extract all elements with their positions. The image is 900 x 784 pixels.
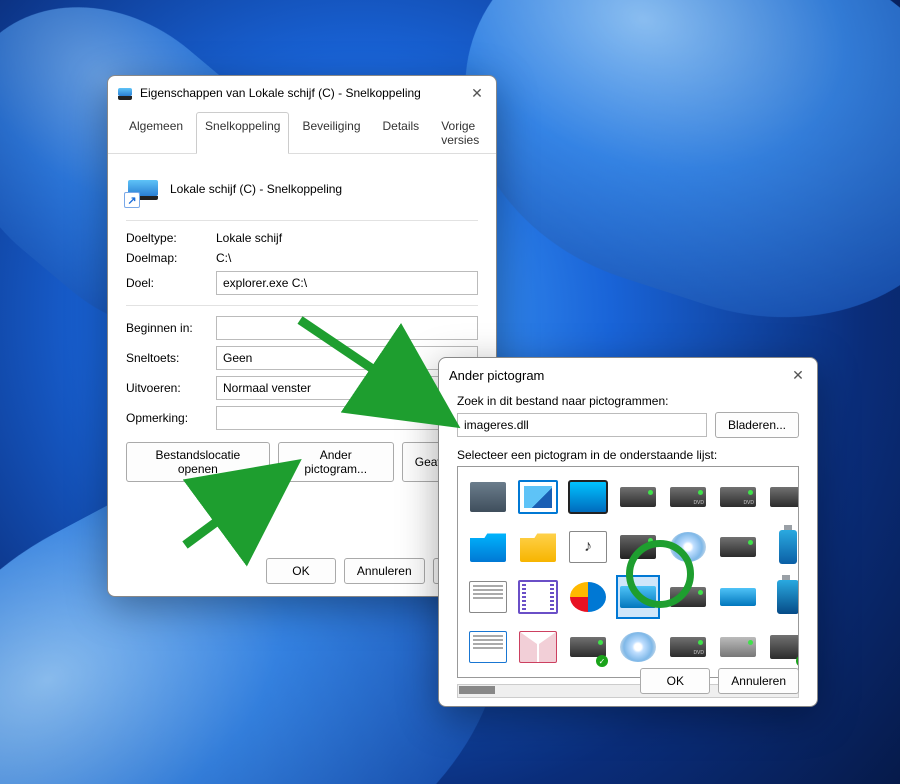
ok-button[interactable]: OK [266, 558, 336, 584]
icon-chart[interactable] [566, 575, 610, 619]
value-target-loc: C:\ [216, 251, 478, 265]
window-icon [118, 85, 134, 101]
tab-details[interactable]: Details [374, 112, 429, 153]
titlebar[interactable]: Ander pictogram ✕ [439, 358, 817, 388]
icon-phone[interactable] [766, 575, 799, 619]
select-icon-label: Selecteer een pictogram in de onderstaan… [457, 448, 799, 462]
tab-shortcut[interactable]: Snelkoppeling [196, 112, 289, 153]
dialog-footer: OK Annuleren [640, 668, 799, 694]
run-value: Normaal venster [223, 381, 311, 395]
search-file-label: Zoek in dit bestand naar pictogrammen: [457, 394, 799, 408]
icon-folder-grey[interactable] [466, 475, 510, 519]
icon-drive[interactable] [616, 475, 660, 519]
tab-security[interactable]: Beveiliging [293, 112, 369, 153]
icon-mail[interactable] [516, 625, 560, 669]
icon-video-file[interactable] [516, 575, 560, 619]
change-icon-body: Zoek in dit bestand naar pictogrammen: B… [439, 388, 817, 710]
change-icon-button[interactable]: Ander pictogram... [278, 442, 394, 482]
check-badge-icon: ✓ [796, 655, 799, 667]
icon-drive-dvd[interactable] [666, 475, 710, 519]
open-file-location-button[interactable]: Bestandslocatie openen [126, 442, 270, 482]
icon-drive-dark[interactable] [666, 575, 710, 619]
icon-document-blue[interactable] [466, 625, 510, 669]
label-shortcut-key: Sneltoets: [126, 351, 216, 365]
window-title: Eigenschappen van Lokale schijf (C) - Sn… [140, 86, 468, 100]
label-run: Uitvoeren: [126, 381, 216, 395]
icon-drive-dvdrom[interactable] [666, 625, 710, 669]
icon-folder-yellow[interactable] [516, 525, 560, 569]
icon-document[interactable] [466, 575, 510, 619]
desktop-background: Eigenschappen van Lokale schijf (C) - Sn… [0, 0, 900, 784]
target-input[interactable] [216, 271, 478, 295]
icon-drive-check[interactable]: ✓ [566, 625, 610, 669]
icon-usb-drive[interactable] [766, 525, 799, 569]
close-icon[interactable]: ✕ [468, 84, 486, 102]
tab-strip: Algemeen Snelkoppeling Beveiliging Detai… [108, 106, 496, 154]
label-target-type: Doeltype: [126, 231, 216, 245]
icon-drive-grey[interactable] [716, 625, 760, 669]
icon-drive-blue[interactable] [716, 575, 760, 619]
scrollbar-thumb[interactable] [459, 686, 495, 694]
check-badge-icon: ✓ [596, 655, 608, 667]
icon-music-file[interactable]: ♪ [566, 525, 610, 569]
tab-general[interactable]: Algemeen [120, 112, 192, 153]
icon-monitor[interactable] [566, 475, 610, 519]
label-target-loc: Doelmap: [126, 251, 216, 265]
label-target: Doel: [126, 276, 216, 290]
value-target-type: Lokale schijf [216, 231, 478, 245]
shortcut-name: Lokale schijf (C) - Snelkoppeling [170, 182, 342, 196]
icon-disc-2[interactable] [616, 625, 660, 669]
cancel-button[interactable]: Annuleren [718, 668, 799, 694]
label-start-in: Beginnen in: [126, 321, 216, 335]
tab-previous[interactable]: Vorige versies [432, 112, 488, 153]
close-icon[interactable]: ✕ [789, 366, 807, 384]
icon-printer-check[interactable]: ✓ [766, 625, 799, 669]
start-in-input[interactable] [216, 316, 478, 340]
label-comment: Opmerking: [126, 411, 216, 425]
shortcut-arrow-icon: ↗ [124, 192, 140, 208]
icon-folder-blue[interactable] [466, 525, 510, 569]
icon-local-disk-selected[interactable] [616, 575, 660, 619]
icon-drive-hd[interactable] [766, 475, 799, 519]
icon-picture[interactable] [516, 475, 560, 519]
icon-drive-dvdrw[interactable] [716, 475, 760, 519]
icon-disc[interactable] [666, 525, 710, 569]
divider [126, 220, 478, 221]
icon-printer[interactable] [616, 525, 660, 569]
shortcut-icon: ↗ [126, 172, 160, 206]
cancel-button[interactable]: Annuleren [344, 558, 425, 584]
icon-grid[interactable]: ♪ ✓ ✓ [457, 466, 799, 678]
change-icon-dialog: Ander pictogram ✕ Zoek in dit bestand na… [438, 357, 818, 707]
browse-button[interactable]: Bladeren... [715, 412, 799, 438]
icon-file-input[interactable] [457, 413, 707, 437]
ok-button[interactable]: OK [640, 668, 710, 694]
titlebar[interactable]: Eigenschappen van Lokale schijf (C) - Sn… [108, 76, 496, 106]
window-title: Ander pictogram [449, 368, 789, 383]
divider [126, 305, 478, 306]
icon-drive-hdr[interactable] [716, 525, 760, 569]
